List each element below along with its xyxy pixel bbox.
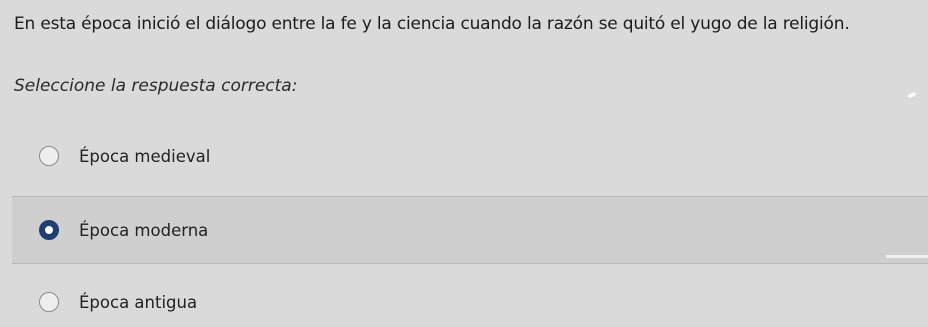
radio-button-checked[interactable] — [39, 220, 59, 240]
decorative-mark — [907, 91, 917, 99]
option-epoca-medieval[interactable]: Época medieval — [12, 122, 928, 190]
question-text: En esta época inició el diálogo entre la… — [14, 14, 850, 34]
option-label: Época moderna — [79, 220, 209, 240]
option-epoca-antigua[interactable]: Época antigua — [12, 268, 928, 327]
instruction-text: Seleccione la respuesta correcta: — [14, 76, 298, 96]
option-label: Época antigua — [79, 292, 198, 312]
radio-button[interactable] — [39, 146, 59, 166]
option-label: Época medieval — [79, 146, 211, 166]
decorative-dash — [886, 255, 928, 258]
option-epoca-moderna[interactable]: Época moderna — [12, 196, 928, 264]
radio-button[interactable] — [39, 292, 59, 312]
